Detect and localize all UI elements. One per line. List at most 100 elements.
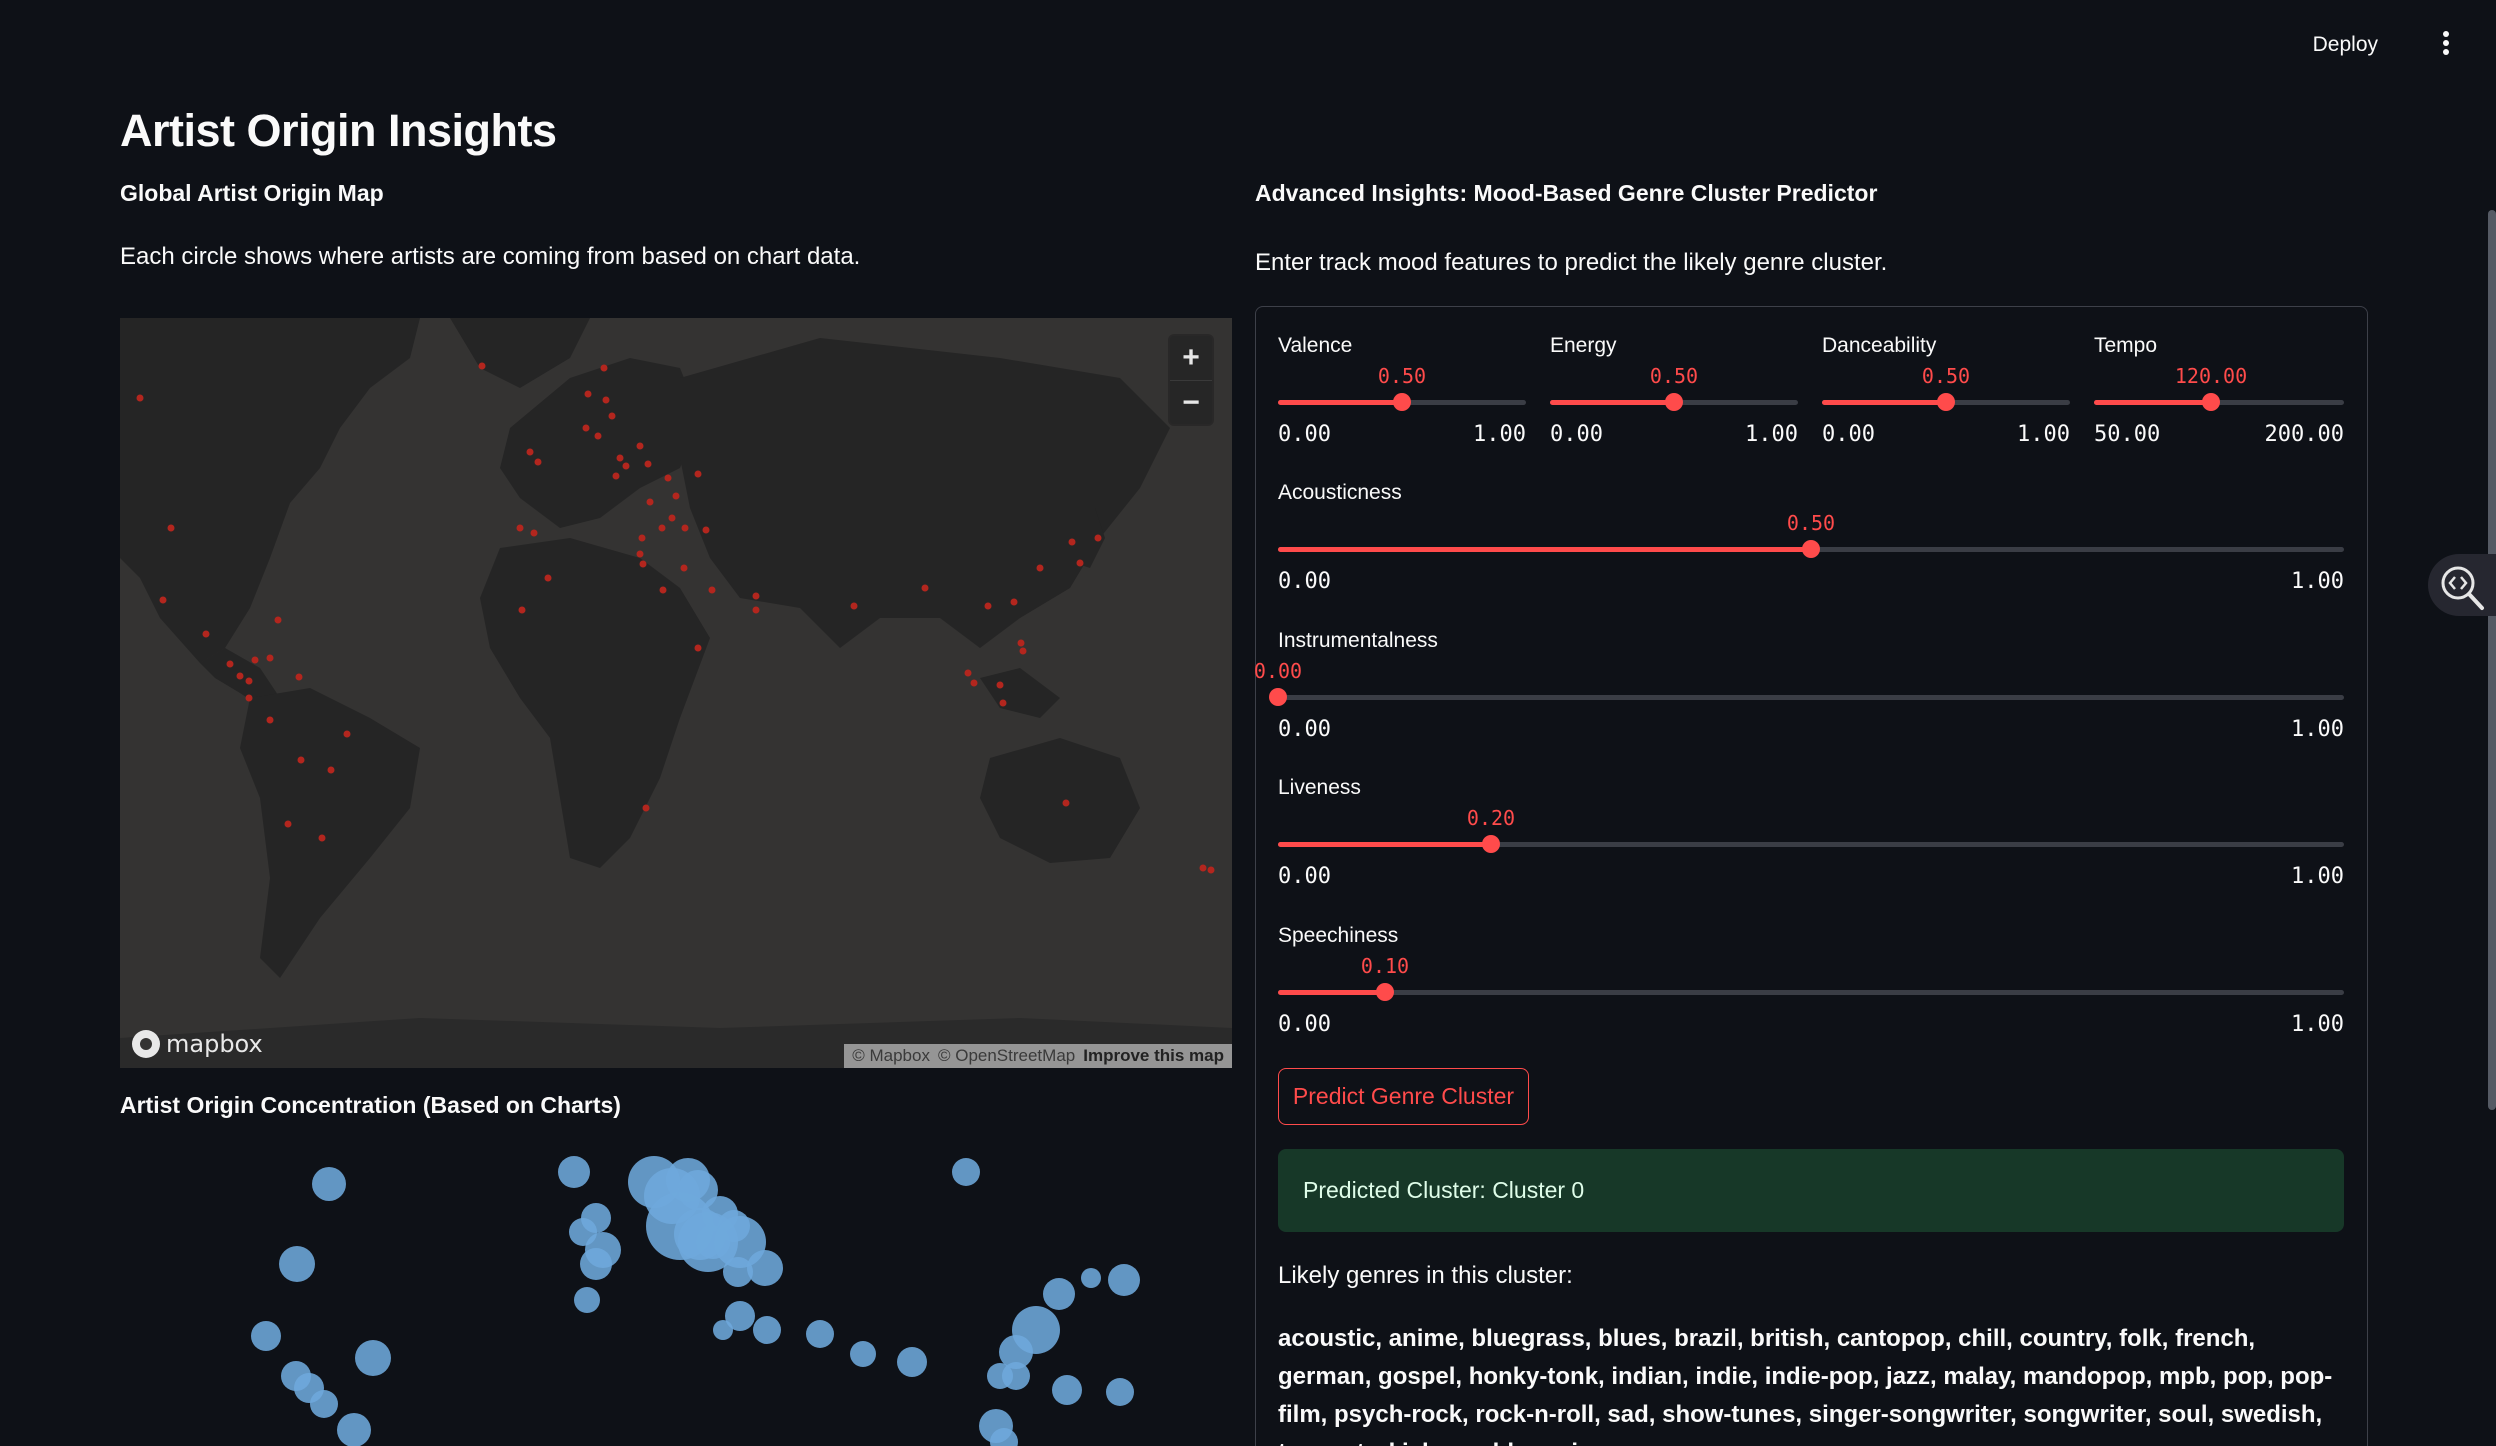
map-point[interactable]: [226, 660, 234, 668]
map-point[interactable]: [343, 730, 351, 738]
energy-thumb[interactable]: [1665, 393, 1683, 411]
deploy-button[interactable]: Deploy: [2301, 26, 2390, 64]
map-point[interactable]: [694, 470, 702, 478]
map-point[interactable]: [1068, 538, 1076, 546]
origin-bubble[interactable]: [1052, 1375, 1082, 1405]
origin-bubble[interactable]: [987, 1363, 1013, 1389]
map-point[interactable]: [544, 574, 552, 582]
attribution-mapbox-link[interactable]: © Mapbox: [852, 1046, 930, 1066]
map-point[interactable]: [752, 592, 760, 600]
origin-bubble[interactable]: [355, 1340, 391, 1376]
map-point[interactable]: [970, 679, 978, 687]
map-point[interactable]: [297, 756, 305, 764]
map-point[interactable]: [251, 656, 259, 664]
map-point[interactable]: [245, 694, 253, 702]
zoom-out-button[interactable]: −: [1170, 380, 1212, 424]
map-point[interactable]: [602, 396, 610, 404]
map-point[interactable]: [245, 677, 253, 685]
origin-bubble[interactable]: [850, 1341, 876, 1367]
map-point[interactable]: [639, 560, 647, 568]
map-point[interactable]: [266, 716, 274, 724]
map-point[interactable]: [1010, 598, 1018, 606]
map-point[interactable]: [646, 498, 654, 506]
map-point[interactable]: [681, 524, 689, 532]
main-menu-icon[interactable]: [2436, 28, 2456, 60]
origin-bubble[interactable]: [279, 1246, 315, 1282]
map-point[interactable]: [616, 454, 624, 462]
predict-genre-cluster-button[interactable]: Predict Genre Cluster: [1278, 1068, 1529, 1125]
map-point[interactable]: [694, 644, 702, 652]
improve-map-link[interactable]: Improve this map: [1083, 1046, 1224, 1066]
danceability-thumb[interactable]: [1937, 393, 1955, 411]
origin-bubble[interactable]: [897, 1347, 927, 1377]
map-point[interactable]: [582, 424, 590, 432]
map-point[interactable]: [526, 448, 534, 456]
map-point[interactable]: [668, 514, 676, 522]
map-point[interactable]: [636, 550, 644, 558]
map-point[interactable]: [295, 673, 303, 681]
origin-bubble[interactable]: [580, 1248, 612, 1280]
map-point[interactable]: [1199, 864, 1207, 872]
origin-bubble[interactable]: [714, 1216, 766, 1268]
map-point[interactable]: [159, 596, 167, 604]
artist-origin-map[interactable]: + − mapbox © Mapbox © OpenStreetMap Impr…: [120, 318, 1232, 1068]
map-point[interactable]: [318, 834, 326, 842]
origin-bubble[interactable]: [251, 1321, 281, 1351]
map-point[interactable]: [680, 564, 688, 572]
map-point[interactable]: [658, 524, 666, 532]
liveness-thumb[interactable]: [1482, 835, 1500, 853]
map-point[interactable]: [702, 526, 710, 534]
map-point[interactable]: [236, 672, 244, 680]
map-point[interactable]: [672, 492, 680, 500]
map-point[interactable]: [644, 460, 652, 468]
map-point[interactable]: [1094, 534, 1102, 542]
map-point[interactable]: [642, 804, 650, 812]
speechiness-thumb[interactable]: [1376, 983, 1394, 1001]
map-point[interactable]: [530, 529, 538, 537]
map-point[interactable]: [1062, 799, 1070, 807]
map-point[interactable]: [594, 432, 602, 440]
concentration-bubble-plot[interactable]: [120, 1130, 1232, 1446]
origin-bubble[interactable]: [574, 1287, 600, 1313]
origin-bubble[interactable]: [713, 1320, 733, 1340]
map-point[interactable]: [266, 654, 274, 662]
map-point[interactable]: [518, 606, 526, 614]
origin-bubble[interactable]: [312, 1167, 346, 1201]
map-point[interactable]: [636, 442, 644, 450]
origin-bubble[interactable]: [1108, 1264, 1140, 1296]
map-point[interactable]: [1207, 866, 1215, 874]
map-point[interactable]: [999, 699, 1007, 707]
map-point[interactable]: [608, 412, 616, 420]
origin-bubble[interactable]: [337, 1413, 371, 1446]
map-point[interactable]: [612, 472, 620, 480]
map-point[interactable]: [327, 766, 335, 774]
inspect-button[interactable]: [2428, 554, 2496, 616]
map-point[interactable]: [622, 462, 630, 470]
map-point[interactable]: [659, 586, 667, 594]
origin-bubble[interactable]: [806, 1320, 834, 1348]
map-point[interactable]: [996, 681, 1004, 689]
map-point[interactable]: [964, 669, 972, 677]
tempo-thumb[interactable]: [2202, 393, 2220, 411]
map-point[interactable]: [584, 390, 592, 398]
origin-bubble[interactable]: [753, 1316, 781, 1344]
map-point[interactable]: [136, 394, 144, 402]
zoom-in-button[interactable]: +: [1170, 336, 1212, 380]
map-point[interactable]: [202, 630, 210, 638]
map-point[interactable]: [274, 616, 282, 624]
origin-bubble[interactable]: [1043, 1278, 1075, 1310]
map-point[interactable]: [850, 602, 858, 610]
page-scrollbar[interactable]: [2488, 210, 2496, 1110]
valence-thumb[interactable]: [1393, 393, 1411, 411]
instrumentalness-thumb[interactable]: [1269, 688, 1287, 706]
origin-bubble[interactable]: [1081, 1268, 1101, 1288]
map-point[interactable]: [284, 820, 292, 828]
map-point[interactable]: [478, 362, 486, 370]
mapbox-logo[interactable]: mapbox: [132, 1030, 263, 1058]
map-point[interactable]: [708, 586, 716, 594]
origin-bubble[interactable]: [952, 1158, 980, 1186]
map-point[interactable]: [1017, 639, 1025, 647]
map-point[interactable]: [921, 584, 929, 592]
map-point[interactable]: [984, 602, 992, 610]
origin-bubble[interactable]: [558, 1156, 590, 1188]
